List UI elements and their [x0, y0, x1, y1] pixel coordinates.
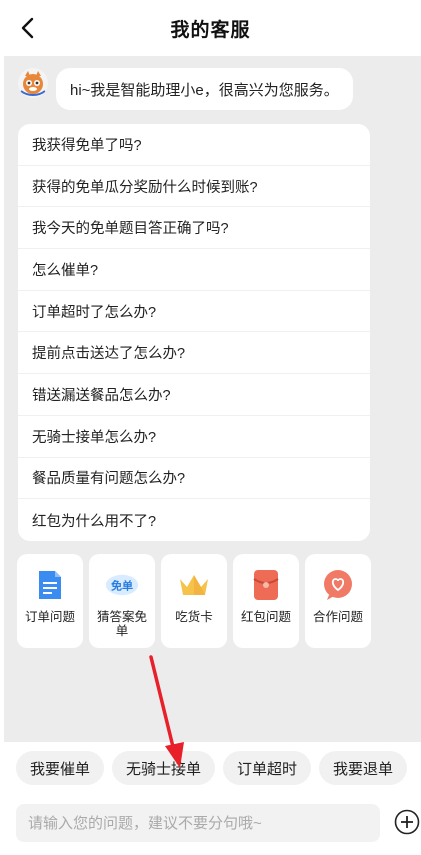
page-title: 我的客服: [170, 19, 251, 41]
faq-list: 我获得免单了吗? 获得的免单瓜分奖励什么时候到账? 我今天的免单题目答正确了吗?…: [18, 124, 370, 541]
faq-item[interactable]: 无骑士接单怎么办?: [18, 416, 370, 458]
shortcut-label: 吃货卡: [175, 610, 213, 624]
free-order-badge-text: 免单: [111, 578, 133, 592]
shortcut-cooperation[interactable]: 合作问题: [305, 554, 371, 648]
shortcut-foodie-card[interactable]: 吃货卡: [161, 554, 227, 648]
quick-reply-bar: 我要催单 无骑士接单 订单超时 我要退单: [0, 742, 421, 794]
faq-item[interactable]: 错送漏送餐品怎么办?: [18, 374, 370, 416]
bot-avatar-icon: [18, 68, 48, 98]
shortcut-label: 猜答案免单: [96, 610, 147, 638]
shortcut-label: 合作问题: [312, 610, 363, 624]
quick-reply-chip[interactable]: 无骑士接单: [112, 751, 216, 785]
quick-reply-chip[interactable]: 我要催单: [16, 751, 105, 785]
quick-reply-chip[interactable]: 订单超时: [223, 751, 312, 785]
heart-chat-icon: [321, 568, 355, 602]
bot-message: hi~我是智能助理小e，很高兴为您服务。: [18, 68, 353, 110]
greeting-bubble: hi~我是智能助理小e，很高兴为您服务。: [56, 68, 353, 110]
faq-item[interactable]: 获得的免单瓜分奖励什么时候到账?: [18, 166, 370, 208]
faq-item[interactable]: 我今天的免单题目答正确了吗?: [18, 207, 370, 250]
faq-item[interactable]: 提前点击送达了怎么办?: [18, 332, 370, 375]
shortcut-red-envelope[interactable]: 红包问题: [233, 554, 299, 648]
free-order-badge-icon: 免单: [105, 568, 139, 602]
faq-item[interactable]: 怎么催单?: [18, 249, 370, 291]
add-button[interactable]: [393, 808, 421, 836]
faq-item[interactable]: 餐品质量有问题怎么办?: [18, 458, 370, 500]
faq-item[interactable]: 我获得免单了吗?: [18, 124, 370, 166]
shortcut-label: 红包问题: [240, 610, 291, 624]
document-icon: [33, 568, 67, 602]
back-button[interactable]: [14, 14, 42, 42]
message-input[interactable]: [16, 804, 380, 842]
shortcut-label: 订单问题: [24, 610, 75, 624]
plus-circle-icon: [394, 809, 420, 835]
crown-icon: [177, 568, 211, 602]
faq-item[interactable]: 订单超时了怎么办?: [18, 291, 370, 333]
red-envelope-icon: [249, 568, 283, 602]
quick-reply-chip[interactable]: 我要退单: [319, 751, 408, 785]
shortcut-row: 订单问题 免单 猜答案免单 吃货卡 红包问题 合作问题: [17, 554, 371, 648]
shortcut-free-order[interactable]: 免单 猜答案免单: [89, 554, 155, 648]
shortcut-order-issue[interactable]: 订单问题: [17, 554, 83, 648]
chevron-left-icon: [21, 17, 34, 39]
header-bar: 我的客服: [0, 0, 421, 56]
input-bar: [0, 794, 421, 855]
chat-area[interactable]: hi~我是智能助理小e，很高兴为您服务。 我获得免单了吗? 获得的免单瓜分奖励什…: [4, 56, 421, 742]
faq-item[interactable]: 红包为什么用不了?: [18, 499, 370, 541]
